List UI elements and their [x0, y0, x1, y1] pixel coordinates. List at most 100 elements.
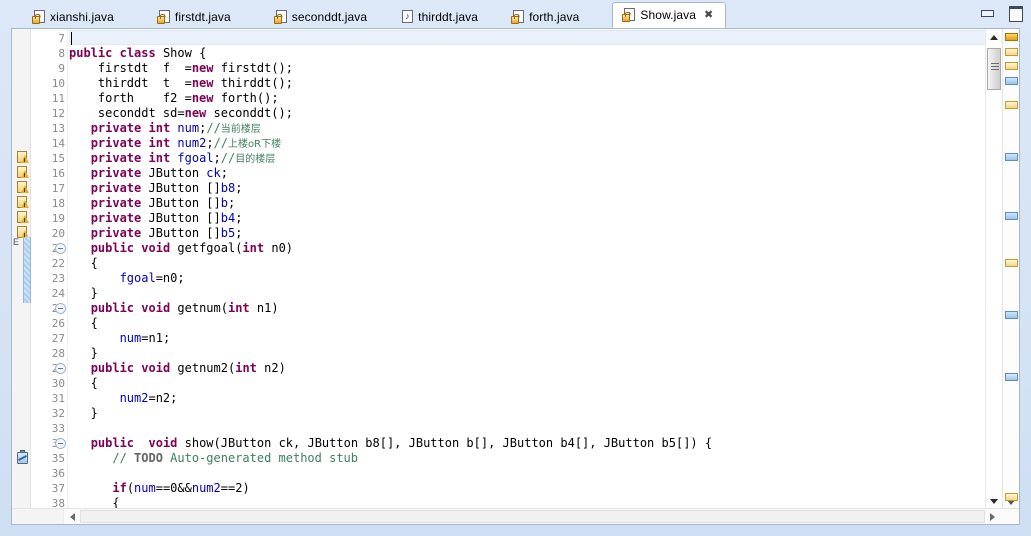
line-number-ruler: 7891011121314151617181920212223242526272…: [31, 29, 69, 510]
hscroll-left-pad: [12, 509, 64, 524]
fold-collapse-icon[interactable]: [55, 303, 66, 314]
warning-icon[interactable]: [15, 181, 30, 195]
fold-collapse-icon[interactable]: [55, 438, 66, 449]
java-file-icon: ♪: [32, 10, 45, 24]
editor-tab-label: seconddt.java: [291, 10, 368, 24]
java-file-icon: ♪: [511, 10, 525, 24]
editor-tab-seconddt-java[interactable]: ♪ seconddt.java: [264, 5, 380, 28]
code-line: }: [69, 286, 98, 300]
editor-tab-thirddt-java[interactable]: ♪ thirddt.java: [390, 5, 491, 28]
code-line: private JButton []b5;: [90, 226, 243, 240]
overview-marker-warn[interactable]: [1005, 101, 1018, 109]
java-file-icon: ♪: [622, 8, 636, 22]
editor-tab-forth-java[interactable]: ♪ forth.java: [501, 5, 592, 28]
scroll-down-arrow-icon[interactable]: [986, 493, 1002, 509]
line-number: 17: [51, 182, 65, 195]
code-line: thirddt t =new thirddt();: [69, 76, 293, 90]
editor-tab-label: firstdt.java: [174, 10, 231, 24]
line-number: 7: [58, 32, 65, 45]
overview-marker-warn-strong[interactable]: [1005, 33, 1018, 41]
line-number: 32: [51, 407, 65, 420]
warning-icon[interactable]: [15, 211, 30, 225]
line-number: 33: [51, 422, 65, 435]
code-line: }: [69, 346, 98, 360]
overview-marker-chg[interactable]: [1005, 311, 1018, 319]
code-line: public class Show {: [69, 46, 207, 60]
code-line: public void getfgoal(int n0): [90, 241, 294, 255]
vertical-scrollbar[interactable]: [985, 29, 1001, 509]
overview-marker-warn[interactable]: [1005, 48, 1018, 56]
code-line: {: [69, 316, 98, 330]
line-number: 37: [51, 482, 65, 495]
code-line: private JButton []b4;: [90, 211, 243, 225]
scroll-left-arrow-icon[interactable]: [64, 509, 80, 524]
line-number: 23: [51, 272, 65, 285]
java-file-icon: ♪: [156, 10, 170, 24]
window-controls: [979, 5, 1023, 22]
code-line: fgoal=n0;: [119, 271, 185, 285]
line-number: 8: [58, 47, 65, 60]
code-editor: E 78910111213141516171819202122232425262…: [11, 28, 1020, 525]
overview-marker-warn[interactable]: [1005, 493, 1018, 501]
code-line: num=n1;: [119, 331, 171, 345]
line-number: 9: [58, 62, 65, 75]
code-line: private int num;//当前楼层: [90, 121, 261, 135]
code-line: private int num2;//上楼oR下楼: [90, 136, 282, 150]
code-line: public void show(JButton ck, JButton b8[…: [90, 436, 713, 450]
line-number: 16: [51, 167, 65, 180]
line-number: 24: [51, 287, 65, 300]
scroll-up-arrow-icon[interactable]: [986, 29, 1002, 45]
code-line: public void getnum2(int n2): [90, 361, 286, 375]
editor-tab-xianshi-java[interactable]: ♪ xianshi.java: [22, 5, 127, 28]
fold-collapse-icon[interactable]: [55, 363, 66, 374]
overview-marker-chg[interactable]: [1005, 153, 1018, 161]
line-number: 30: [51, 377, 65, 390]
overview-marker-warn[interactable]: [1005, 62, 1018, 70]
ruler-separator: [67, 29, 68, 509]
minimize-icon[interactable]: [979, 5, 995, 19]
editor-tab-label: xianshi.java: [50, 10, 114, 24]
line-number: 36: [51, 467, 65, 480]
java-file-icon: ♪: [273, 10, 287, 24]
code-line: firstdt f =new firstdt();: [69, 61, 293, 75]
eclipse-editor-window: ♪ xianshi.java ♪ firstdt.java ♪ seconddt.java…: [0, 0, 1031, 536]
line-number: 19: [51, 212, 65, 225]
code-line: forth f2 =new forth();: [69, 91, 279, 105]
editor-tab-label: thirddt.java: [418, 10, 479, 24]
vertical-scroll-thumb[interactable]: [987, 48, 1001, 90]
line-number: 27: [51, 332, 65, 345]
todo-task-icon[interactable]: [15, 450, 30, 465]
code-line: }: [69, 406, 98, 420]
horizontal-scrollbar[interactable]: [12, 508, 1019, 524]
line-number: 18: [51, 197, 65, 210]
scroll-right-arrow-icon[interactable]: [985, 509, 1001, 524]
warning-icon[interactable]: [15, 196, 30, 210]
line-number: 10: [51, 77, 65, 90]
editor-tab-firstdt-java[interactable]: ♪ firstdt.java: [147, 5, 244, 28]
java-file-icon: ♪: [400, 10, 414, 24]
line-number: 13: [51, 122, 65, 135]
warning-icon[interactable]: [15, 166, 30, 180]
editor-tab-show-java[interactable]: ♪ Show.java ✖: [612, 2, 727, 28]
overview-marker-warn[interactable]: [1005, 259, 1018, 267]
code-text-area[interactable]: public class Show { firstdt f =new first…: [69, 29, 1001, 509]
warning-icon[interactable]: [15, 151, 30, 165]
line-number: 22: [51, 257, 65, 270]
maximize-icon[interactable]: [1007, 5, 1023, 22]
editor-tab-label: forth.java: [529, 10, 580, 24]
overview-marker-chg[interactable]: [1005, 212, 1018, 220]
line-number: 26: [51, 317, 65, 330]
tab-close-icon[interactable]: ✖: [704, 9, 713, 21]
code-line: private int fgoal;//目的楼层: [90, 151, 276, 165]
code-line: private JButton []b;: [90, 196, 236, 210]
overview-ruler[interactable]: [1002, 29, 1019, 509]
code-line: if(num==0&&num2==2): [112, 481, 250, 495]
code-line: seconddt sd=new seconddt();: [69, 106, 293, 120]
overview-marker-chg[interactable]: [1005, 77, 1018, 85]
line-number: 35: [51, 452, 65, 465]
fold-collapse-icon[interactable]: [55, 243, 66, 254]
line-number: 31: [51, 392, 65, 405]
code-line: // TODO Auto-generated method stub: [69, 451, 359, 465]
overview-marker-todo[interactable]: [1005, 373, 1018, 381]
horizontal-scroll-track[interactable]: [80, 510, 985, 523]
